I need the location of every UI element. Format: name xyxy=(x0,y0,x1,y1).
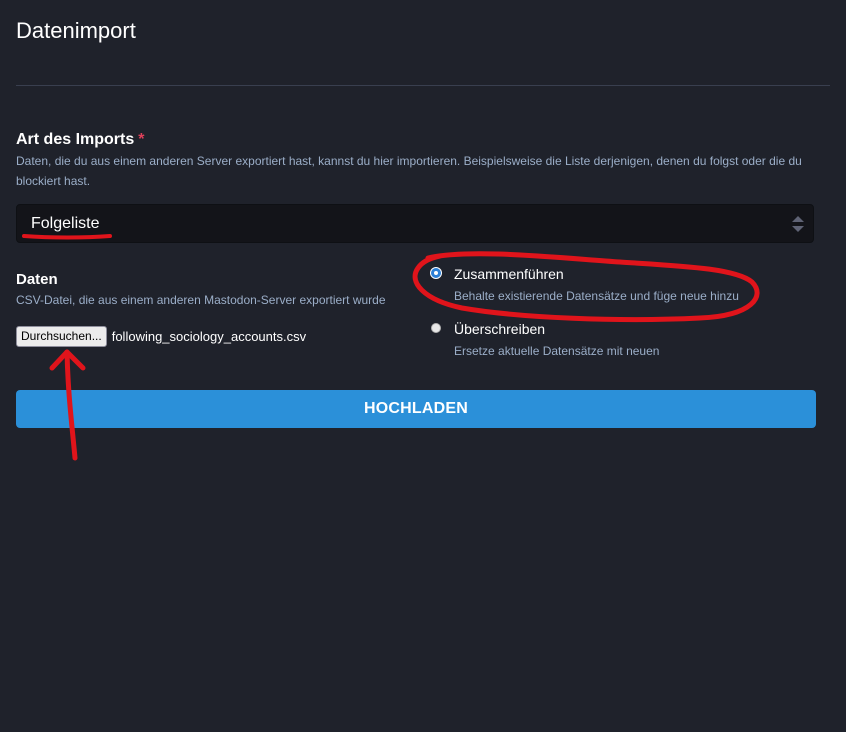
page-title: Datenimport xyxy=(16,18,136,43)
mode-option-overwrite-title: Überschreiben xyxy=(454,321,546,337)
mode-option-merge-description: Behalte existierende Datensätze und füge… xyxy=(454,289,739,303)
import-type-select[interactable]: Folgeliste xyxy=(16,204,814,243)
import-type-label: Art des Imports * xyxy=(16,131,144,149)
mode-option-merge[interactable]: Zusammenführen Behalte existierende Date… xyxy=(431,266,739,303)
import-type-label-text: Art des Imports xyxy=(16,131,135,148)
browse-button[interactable]: Durchsuchen... xyxy=(16,326,107,347)
data-hint: CSV-Datei, die aus einem anderen Mastodo… xyxy=(16,293,386,307)
file-input: Durchsuchen... following_sociology_accou… xyxy=(16,326,306,347)
data-label: Daten xyxy=(16,271,58,288)
mode-option-overwrite-description: Ersetze aktuelle Datensätze mit neuen xyxy=(454,344,660,358)
upload-button[interactable]: HOCHLADEN xyxy=(16,390,816,428)
radio-checked-icon[interactable] xyxy=(431,268,441,278)
import-page: Datenimport Art des Imports * Daten, die … xyxy=(0,0,846,732)
red-annotations xyxy=(22,234,760,461)
radio-unchecked-icon[interactable] xyxy=(431,323,441,333)
header-divider xyxy=(16,85,830,86)
mode-option-merge-title: Zusammenführen xyxy=(454,266,564,282)
import-type-selected-value: Folgeliste xyxy=(31,215,100,232)
required-mark: * xyxy=(138,131,145,148)
mode-option-overwrite[interactable]: Überschreiben Ersetze aktuelle Datensätz… xyxy=(431,321,659,358)
select-arrows-icon xyxy=(792,216,804,232)
selected-file-name: following_sociology_accounts.csv xyxy=(111,329,307,344)
import-type-hint: Daten, die du aus einem anderen Server e… xyxy=(16,154,802,188)
annotation-arrow-head xyxy=(49,349,86,371)
